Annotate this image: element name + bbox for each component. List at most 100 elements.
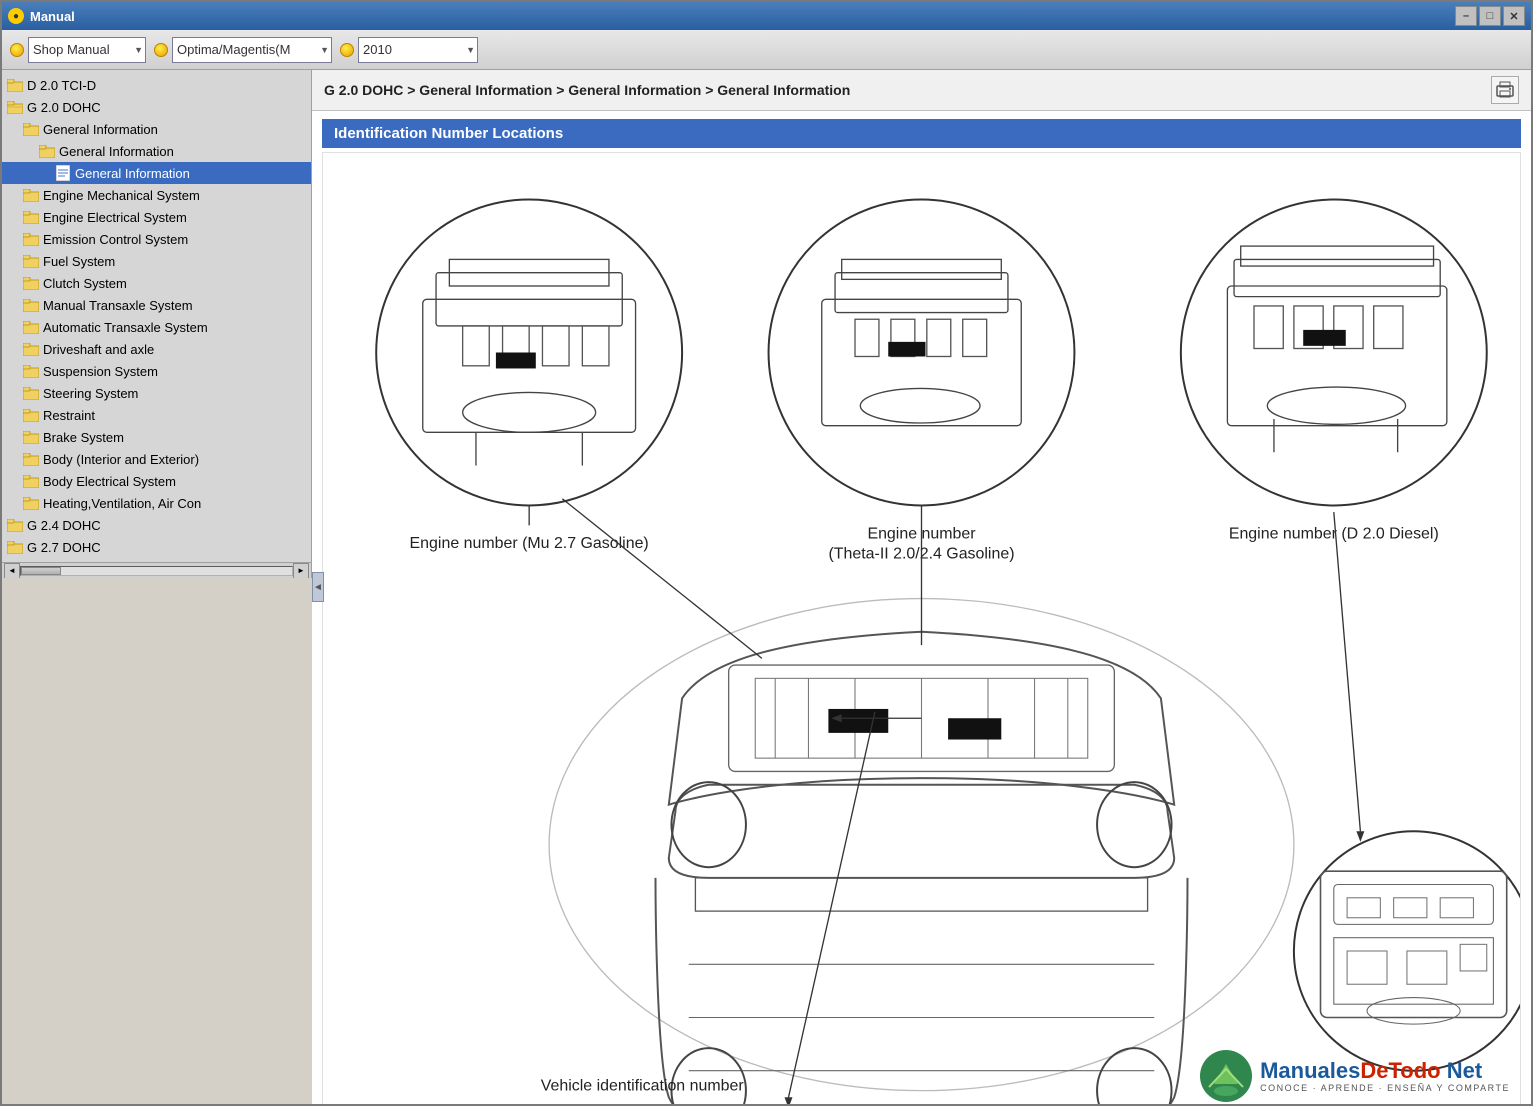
folder-icon-g27: [6, 539, 24, 555]
watermark-detodo: DeTodo: [1360, 1058, 1440, 1083]
watermark-manuales: Manuales: [1260, 1058, 1360, 1083]
watermark-sub-text: CONOCE · APRENDE · ENSEÑA Y COMPARTE: [1260, 1083, 1510, 1093]
year-wrapper: 2010 2009 2008 ▼: [358, 37, 478, 63]
folder-icon-susp: [22, 363, 40, 379]
sidebar-item-label-ecs: Emission Control System: [43, 232, 188, 247]
folder-icon-em: [22, 187, 40, 203]
sidebar-item-engine-elec[interactable]: Engine Electrical System: [2, 206, 311, 228]
sidebar-item-general-info-3[interactable]: General Information: [2, 162, 311, 184]
model-dot: [154, 43, 168, 57]
sidebar-item-suspension[interactable]: Suspension System: [2, 360, 311, 382]
sidebar-item-body-elec[interactable]: Body Electrical System: [2, 470, 311, 492]
minimize-button[interactable]: –: [1455, 6, 1477, 26]
sidebar-item-d20-tcid[interactable]: D 2.0 TCI-D: [2, 74, 311, 96]
folder-icon-ecs: [22, 231, 40, 247]
watermark: ManualesDeTodo Net CONOCE · APRENDE · EN…: [1199, 1049, 1510, 1104]
sidebar-item-steering[interactable]: Steering System: [2, 382, 311, 404]
sidebar-item-label-rest: Restraint: [43, 408, 95, 423]
sidebar-item-fuel[interactable]: Fuel System: [2, 250, 311, 272]
sidebar-item-emission[interactable]: Emission Control System: [2, 228, 311, 250]
year-select[interactable]: 2010 2009 2008: [358, 37, 478, 63]
watermark-logo-icon: [1199, 1049, 1254, 1104]
sidebar-item-label-g27: G 2.7 DOHC: [27, 540, 101, 555]
doc-icon-gi3: [54, 165, 72, 181]
sidebar-scrollbar-h: ◄ ►: [2, 562, 311, 578]
model-selector: Optima/Magentis(M ▼: [154, 37, 332, 63]
sidebar-item-label-steer: Steering System: [43, 386, 138, 401]
sidebar-item-heating[interactable]: Heating,Ventilation, Air Con: [2, 492, 311, 514]
year-dot: [340, 43, 354, 57]
engine3-label: Engine number (D 2.0 Diesel): [1229, 526, 1439, 543]
sidebar-item-brake[interactable]: Brake System: [2, 426, 311, 448]
sidebar-item-g24-dohc[interactable]: G 2.4 DOHC: [2, 514, 311, 536]
sidebar-item-label-susp: Suspension System: [43, 364, 158, 379]
model-select[interactable]: Optima/Magentis(M: [172, 37, 332, 63]
folder-icon-ds: [22, 341, 40, 357]
folder-icon-heat: [22, 495, 40, 511]
sidebar-item-label-ee: Engine Electrical System: [43, 210, 187, 225]
sidebar-item-clutch[interactable]: Clutch System: [2, 272, 311, 294]
sidebar-item-engine-mech[interactable]: Engine Mechanical System: [2, 184, 311, 206]
folder-icon-at: [22, 319, 40, 335]
sidebar-item-auto-transaxle[interactable]: Automatic Transaxle System: [2, 316, 311, 338]
shop-manual-dot: [10, 43, 24, 57]
folder-icon-clutch: [22, 275, 40, 291]
breadcrumb-bar: G 2.0 DOHC > General Information > Gener…: [312, 70, 1531, 111]
section-header: Identification Number Locations: [322, 119, 1521, 148]
sidebar-item-label-fuel: Fuel System: [43, 254, 115, 269]
scroll-right-arrow-icon[interactable]: ►: [293, 563, 309, 579]
folder-icon-d20: [6, 77, 24, 93]
sidebar-item-label-g20: G 2.0 DOHC: [27, 100, 101, 115]
sidebar-item-label-be: Body Electrical System: [43, 474, 176, 489]
watermark-main-text: ManualesDeTodo Net: [1260, 1059, 1510, 1083]
sidebar-item-general-info-2[interactable]: General Information: [2, 140, 311, 162]
sidebar-item-label-gi1: General Information: [43, 122, 158, 137]
folder-open-icon-g20: [6, 99, 24, 115]
sidebar-item-label-d20: D 2.0 TCI-D: [27, 78, 96, 93]
sidebar-item-g27-dohc[interactable]: G 2.7 DOHC: [2, 536, 311, 558]
vin-label: Vehicle identification number: [541, 1078, 745, 1095]
watermark-text-area: ManualesDeTodo Net CONOCE · APRENDE · EN…: [1260, 1059, 1510, 1093]
year-selector: 2010 2009 2008 ▼: [340, 37, 478, 63]
folder-open-icon-gi2: [38, 143, 56, 159]
folder-icon-brake: [22, 429, 40, 445]
shop-manual-wrapper: Shop Manual Owner's Manual ▼: [28, 37, 146, 63]
shop-manual-select[interactable]: Shop Manual Owner's Manual: [28, 37, 146, 63]
sidebar-wrapper: D 2.0 TCI-D G 2.0 DOHC: [2, 70, 312, 1104]
title-bar: ● Manual – □ ✕: [2, 2, 1531, 30]
folder-icon-rest: [22, 407, 40, 423]
shop-manual-selector: Shop Manual Owner's Manual ▼: [10, 37, 146, 63]
sidebar-item-g20-dohc[interactable]: G 2.0 DOHC: [2, 96, 311, 118]
sidebar-toggle-button[interactable]: ◄: [312, 572, 324, 602]
scrollbar-thumb-h[interactable]: [21, 567, 61, 575]
sidebar-item-label-gi2: General Information: [59, 144, 174, 159]
maximize-button[interactable]: □: [1479, 6, 1501, 26]
title-bar-left: ● Manual: [8, 8, 75, 24]
sidebar-item-general-info-1[interactable]: General Information: [2, 118, 311, 140]
engine1-label: Engine number (Mu 2.7 Gasoline): [410, 535, 649, 552]
app-icon: ●: [8, 8, 24, 24]
folder-icon-ee: [22, 209, 40, 225]
sidebar-item-label-ds: Driveshaft and axle: [43, 342, 154, 357]
title-bar-buttons: – □ ✕: [1455, 6, 1525, 26]
close-button[interactable]: ✕: [1503, 6, 1525, 26]
sidebar-item-restraint[interactable]: Restraint: [2, 404, 311, 426]
sidebar-item-label-heat: Heating,Ventilation, Air Con: [43, 496, 201, 511]
sidebar-item-driveshaft[interactable]: Driveshaft and axle: [2, 338, 311, 360]
sidebar: D 2.0 TCI-D G 2.0 DOHC: [2, 70, 312, 578]
scrollbar-track-h: [20, 566, 293, 576]
sidebar-item-body-int-ext[interactable]: Body (Interior and Exterior): [2, 448, 311, 470]
sidebar-item-manual-transaxle[interactable]: Manual Transaxle System: [2, 294, 311, 316]
main-window: ● Manual – □ ✕ Shop Manual Owner's Manua…: [0, 0, 1533, 1106]
diagram-container: Engine number (Mu 2.7 Gasoline): [322, 152, 1521, 1104]
sidebar-item-label-clutch: Clutch System: [43, 276, 127, 291]
sidebar-tree[interactable]: D 2.0 TCI-D G 2.0 DOHC: [2, 70, 311, 562]
folder-icon-fuel: [22, 253, 40, 269]
main-content: D 2.0 TCI-D G 2.0 DOHC: [2, 70, 1531, 1104]
scroll-left-arrow-icon[interactable]: ◄: [4, 563, 20, 579]
sidebar-item-label-mt: Manual Transaxle System: [43, 298, 193, 313]
content-scroll[interactable]: Engine number (Mu 2.7 Gasoline): [312, 152, 1531, 1104]
diagram-svg: Engine number (Mu 2.7 Gasoline): [323, 153, 1520, 1104]
sidebar-item-label-gi3: General Information: [75, 166, 190, 181]
print-button[interactable]: [1491, 76, 1519, 104]
